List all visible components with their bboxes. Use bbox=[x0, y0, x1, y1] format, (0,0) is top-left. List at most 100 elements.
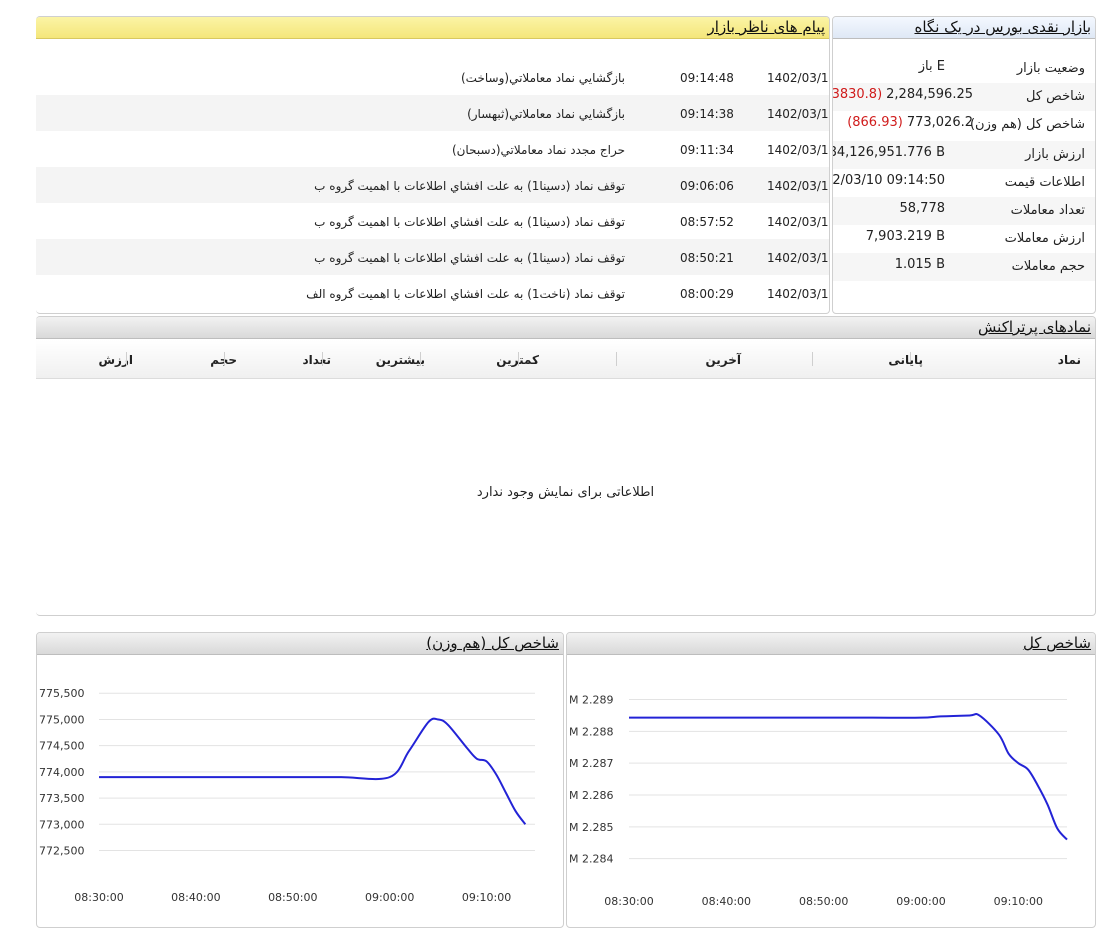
column-divider[interactable] bbox=[812, 352, 813, 366]
summary-label: شاخص کل bbox=[1026, 89, 1085, 104]
y-tick-label: M 2.285 bbox=[569, 821, 613, 834]
summary-row: ارزش معاملات 7,903.219 B bbox=[833, 225, 1095, 253]
column-header-last[interactable]: آخرین bbox=[705, 353, 741, 367]
message-row[interactable]: 1402/03/10 08:00:29 توقف نماد (ناخت1) به ع… bbox=[36, 275, 829, 311]
supervisor-messages-title: پیام های ناظر بازار bbox=[36, 17, 829, 39]
x-tick-label: 08:50:00 bbox=[268, 891, 317, 904]
message-time: 08:00:29 bbox=[680, 287, 734, 301]
summary-label: حجم معاملات bbox=[1011, 259, 1085, 274]
summary-row: شاخص کل (هم وزن) (866.93) 773,026.2 bbox=[833, 111, 1095, 139]
summary-row: حجم معاملات 1.015 B bbox=[833, 253, 1095, 281]
summary-row: اطلاعات قیمت 1402/03/10 09:14:50 bbox=[832, 169, 1095, 197]
column-divider[interactable] bbox=[420, 352, 421, 366]
market-summary-title: بازار نقدی بورس در یک نگاه bbox=[833, 17, 1095, 39]
equal-weight-index-chart[interactable]: 772,500 773,000 773,500 774,000 774,500 775,0… bbox=[37, 655, 564, 927]
x-tick-label: 09:10:00 bbox=[462, 891, 511, 904]
message-text: توقف نماد (دسينا1) به علت افشاي اطلاعات … bbox=[314, 179, 625, 193]
y-tick-label: 772,500 bbox=[39, 845, 85, 858]
message-time: 08:50:21 bbox=[680, 251, 734, 265]
column-divider[interactable] bbox=[126, 352, 127, 366]
message-time: 09:14:38 bbox=[680, 107, 734, 121]
y-tick-label: M 2.286 bbox=[569, 789, 613, 802]
summary-label: تعداد معاملات bbox=[1010, 203, 1085, 218]
column-divider[interactable] bbox=[224, 352, 225, 366]
message-row[interactable]: 1402/03/10 09:14:38 بازگشايي نماد معاملاتي… bbox=[36, 95, 829, 131]
message-text: حراج مجدد نماد معاملاتي(دسبحان) bbox=[451, 143, 625, 157]
y-tick-label: 775,500 bbox=[39, 687, 85, 700]
message-row[interactable]: 1402/03/10 08:57:52 توقف نماد (دسينا1) به … bbox=[36, 203, 829, 239]
message-date: 1402/03/10 bbox=[767, 107, 830, 121]
x-tick-label: 09:10:00 bbox=[994, 895, 1043, 908]
message-date: 1402/03/10 bbox=[767, 215, 830, 229]
column-divider[interactable] bbox=[322, 352, 323, 366]
column-divider[interactable] bbox=[518, 352, 519, 366]
column-divider[interactable] bbox=[616, 352, 617, 366]
column-header-count[interactable]: تعداد bbox=[303, 353, 331, 367]
summary-label: ارزش معاملات bbox=[1004, 231, 1085, 246]
y-tick-label: M 2.289 bbox=[569, 694, 613, 707]
message-date: 1402/03/10 bbox=[767, 179, 830, 193]
message-date: 1402/03/10 bbox=[767, 287, 830, 301]
message-date: 1402/03/10 bbox=[767, 71, 830, 85]
x-tick-label: 08:30:00 bbox=[604, 895, 653, 908]
message-time: 08:57:52 bbox=[680, 215, 734, 229]
index-series-line[interactable] bbox=[629, 713, 1068, 841]
message-row[interactable]: 1402/03/10 08:50:21 توقف نماد (دسينا1) به … bbox=[36, 239, 829, 275]
column-header-symbol[interactable]: نماد bbox=[1058, 353, 1081, 367]
summary-row: وضعیت بازار باز E bbox=[833, 55, 1095, 83]
index-value: 773,026.2 bbox=[906, 115, 973, 130]
summary-value: 1.015 B bbox=[894, 257, 945, 272]
top-symbols-panel: نمادهای پرتراکنش نماد پایانی آخرین کمتری… bbox=[36, 316, 1096, 616]
message-time: 09:14:48 bbox=[680, 71, 734, 85]
summary-value: 7,903.219 B bbox=[865, 229, 945, 244]
message-text: توقف نماد (دسينا1) به علت افشاي اطلاعات … bbox=[314, 251, 625, 265]
y-tick-label: 774,500 bbox=[39, 740, 85, 753]
x-tick-label: 09:00:00 bbox=[896, 895, 945, 908]
index-change: (3830.8) bbox=[832, 87, 883, 102]
summary-row: تعداد معاملات 58,778 bbox=[833, 197, 1095, 225]
equal-weight-index-chart-title: شاخص کل (هم وزن) bbox=[37, 633, 563, 655]
summary-row: شاخص کل (3830.8) 2,284,596.25 bbox=[832, 83, 1095, 111]
message-date: 1402/03/10 bbox=[767, 251, 830, 265]
column-header-value[interactable]: ارزش bbox=[99, 353, 134, 367]
top-symbols-title: نمادهای پرتراکنش bbox=[36, 317, 1095, 339]
x-tick-label: 08:50:00 bbox=[799, 895, 848, 908]
message-row[interactable]: 1402/03/10 09:06:06 توقف نماد (دسينا1) به … bbox=[36, 167, 829, 203]
message-row[interactable]: 1402/03/10 09:14:48 بازگشايي نماد معاملاتي… bbox=[36, 59, 829, 95]
message-row[interactable]: 1402/03/10 09:11:34 حراج مجدد نماد معاملات… bbox=[36, 131, 829, 167]
summary-label: ارزش بازار bbox=[1025, 147, 1085, 162]
y-tick-label: 773,000 bbox=[39, 818, 85, 831]
column-header-max[interactable]: بیشترین bbox=[376, 353, 425, 367]
y-tick-label: M 2.288 bbox=[569, 725, 613, 738]
x-tick-label: 08:30:00 bbox=[74, 891, 123, 904]
message-time: 09:11:34 bbox=[680, 143, 734, 157]
total-index-chart[interactable]: M 2.284 M 2.285 M 2.286 M 2.287 M 2.288 M 2.2… bbox=[567, 655, 1096, 927]
summary-label: وضعیت بازار bbox=[1016, 61, 1085, 76]
summary-value: (3830.8) 2,284,596.25 bbox=[832, 87, 973, 102]
message-text: بازگشايي نماد معاملاتي(ثبهسار) bbox=[467, 107, 625, 121]
y-tick-label: M 2.287 bbox=[569, 757, 613, 770]
table-header: نماد پایانی آخرین کمترین بیشترین تعداد ح… bbox=[36, 340, 1095, 379]
supervisor-messages-panel: پیام های ناظر بازار 1402/03/10 09:14:48 با… bbox=[36, 16, 830, 314]
summary-value: (866.93) 773,026.2 bbox=[847, 115, 973, 130]
x-tick-label: 09:00:00 bbox=[365, 891, 414, 904]
x-tick-label: 08:40:00 bbox=[702, 895, 751, 908]
column-header-close[interactable]: پایانی bbox=[888, 353, 923, 367]
summary-label: اطلاعات قیمت bbox=[1004, 175, 1085, 190]
index-change: (866.93) bbox=[847, 115, 903, 130]
total-index-chart-panel: شاخص کل M 2.284 M 2.285 M 2.286 M 2.287 M 2.… bbox=[566, 632, 1096, 928]
index-value: 2,284,596.25 bbox=[886, 87, 973, 102]
message-text: بازگشايي نماد معاملاتي(وساخت) bbox=[461, 71, 625, 85]
summary-row: ارزش بازار 84,126,951.776 B bbox=[833, 141, 1095, 169]
market-summary-panel: بازار نقدی بورس در یک نگاه وضعیت بازار با… bbox=[832, 16, 1096, 314]
summary-label: شاخص کل (هم وزن) bbox=[969, 117, 1085, 132]
total-index-chart-title: شاخص کل bbox=[567, 633, 1095, 655]
empty-table-message: اطلاعاتی برای نمایش وجود ندارد bbox=[476, 485, 655, 500]
summary-value: 58,778 bbox=[899, 201, 946, 216]
message-time: 09:06:06 bbox=[680, 179, 734, 193]
y-tick-label: 775,000 bbox=[39, 713, 85, 726]
summary-value: 1402/03/10 09:14:50 bbox=[832, 173, 945, 188]
x-tick-label: 08:40:00 bbox=[171, 891, 220, 904]
equal-weight-index-chart-panel: شاخص کل (هم وزن) 772,500 773,000 773,500 77… bbox=[36, 632, 564, 928]
summary-value: باز E bbox=[918, 59, 945, 74]
